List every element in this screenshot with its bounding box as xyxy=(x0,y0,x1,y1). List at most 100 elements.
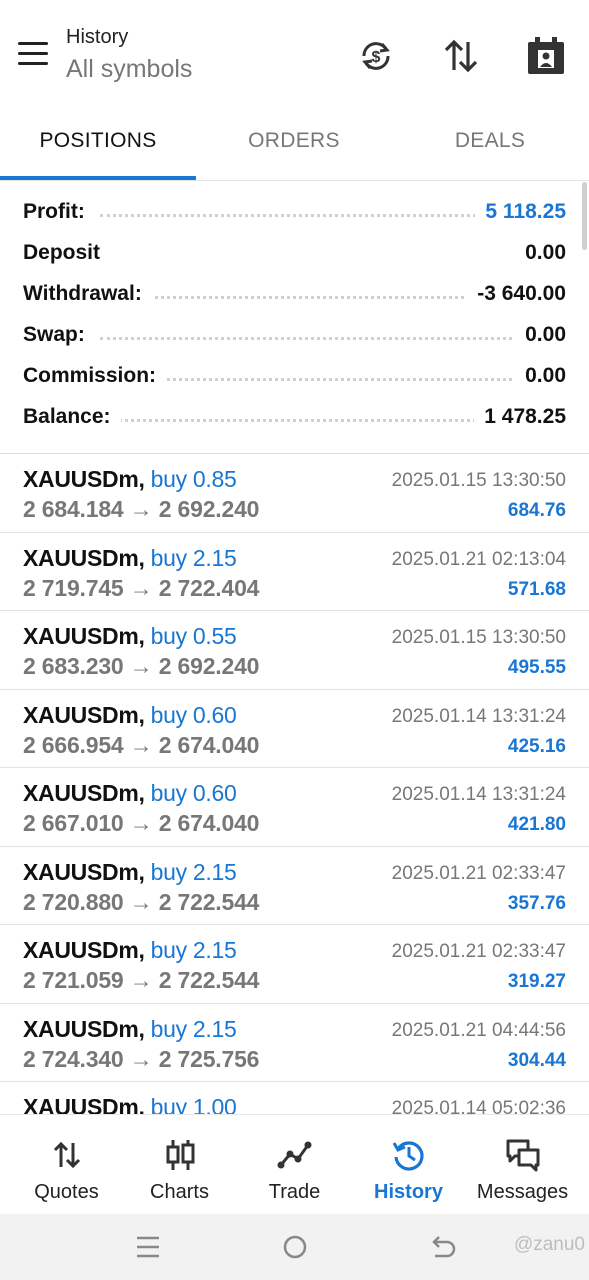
arrow-icon: → xyxy=(129,731,153,758)
app-header: History All symbols $ xyxy=(0,0,589,110)
nav-messages[interactable]: Messages xyxy=(464,1115,581,1215)
list-item[interactable]: XAUUSDm, buy 2.15 2 719.745 → 2 722.404 … xyxy=(0,533,589,611)
list-item[interactable]: XAUUSDm, buy 0.60 2 667.010 → 2 674.040 … xyxy=(0,768,589,847)
svg-text:$: $ xyxy=(372,49,381,66)
deal-prices: 2 683.230 → 2 692.240 xyxy=(23,653,259,680)
title-block: History All symbols xyxy=(66,26,192,84)
nav-trade[interactable]: Trade xyxy=(236,1115,353,1215)
deal-title: XAUUSDm, buy 1.00 xyxy=(23,1094,237,1114)
close-price: 2 692.240 xyxy=(158,653,260,679)
tabs-divider xyxy=(0,180,589,181)
history-clock-icon xyxy=(391,1137,427,1173)
deal-profit: 319.27 xyxy=(507,971,566,992)
calendar-icon[interactable] xyxy=(526,36,566,76)
deal-time: 2025.01.14 13:31:24 xyxy=(391,784,566,805)
tab-positions[interactable]: POSITIONS xyxy=(0,110,196,180)
summary-label: Withdrawal: xyxy=(23,282,152,306)
open-price: 2 719.745 xyxy=(23,574,124,601)
deal-direction: buy 2.15 xyxy=(150,544,237,571)
deal-profit: 684.76 xyxy=(507,500,566,521)
summary-row-commission: Commission: 0.00 xyxy=(0,356,589,397)
dotted-leader xyxy=(100,378,549,381)
bottom-navigation: Quotes Charts Trade History Messages xyxy=(0,1114,589,1214)
deal-prices: 2 667.010 → 2 674.040 xyxy=(23,810,259,837)
summary-row-withdrawal: Withdrawal: -3 640.00 xyxy=(0,274,589,315)
deal-profit: 571.68 xyxy=(507,578,566,600)
close-price: 2 692.240 xyxy=(158,496,260,522)
close-price: 2 722.544 xyxy=(158,888,260,915)
history-tabs: POSITIONS ORDERS DEALS xyxy=(0,110,589,180)
summary-value: 1 478.25 xyxy=(474,405,566,429)
arrow-icon: → xyxy=(129,1045,153,1072)
arrow-icon: → xyxy=(129,967,153,993)
messages-icon xyxy=(505,1137,541,1173)
summary-label: Profit: xyxy=(23,200,95,224)
arrow-icon: → xyxy=(129,653,153,679)
deal-profit: 357.76 xyxy=(507,892,566,914)
deal-symbol: XAUUSDm, xyxy=(23,858,145,885)
scrollbar[interactable] xyxy=(582,182,587,250)
nav-label: History xyxy=(374,1181,443,1203)
nav-label: Charts xyxy=(150,1181,209,1203)
tab-orders[interactable]: ORDERS xyxy=(196,110,392,180)
deal-direction: buy 2.15 xyxy=(150,1015,237,1042)
nav-label: Trade xyxy=(268,1181,321,1203)
arrow-icon: → xyxy=(129,574,153,601)
list-item[interactable]: XAUUSDm, buy 2.15 2 721.059 → 2 722.544 … xyxy=(0,925,589,1004)
deal-symbol: XAUUSDm, xyxy=(23,466,145,492)
summary-value: 5 118.25 xyxy=(475,200,566,224)
deal-prices: 2 719.745 → 2 722.404 xyxy=(23,575,259,602)
system-nav-bar: @zanu0 xyxy=(0,1214,589,1280)
deal-time: 2025.01.21 02:33:47 xyxy=(391,941,566,962)
list-item[interactable]: XAUUSDm, buy 1.00 2025.01.14 05:02:36 xyxy=(0,1082,589,1114)
page-title: History xyxy=(66,26,129,48)
deal-time: 2025.01.21 02:13:04 xyxy=(391,548,566,570)
deal-profit: 421.80 xyxy=(507,814,566,835)
nav-label: Messages xyxy=(476,1181,569,1203)
deal-prices: 2 666.954 → 2 674.040 xyxy=(23,732,259,759)
deal-time: 2025.01.14 13:31:24 xyxy=(391,705,566,727)
open-price: 2 667.010 xyxy=(23,810,124,836)
sort-icon[interactable] xyxy=(441,36,481,76)
candlestick-icon xyxy=(162,1137,198,1173)
close-price: 2 722.404 xyxy=(158,574,260,601)
home-icon[interactable] xyxy=(280,1232,310,1262)
deal-title: XAUUSDm, buy 0.55 xyxy=(23,623,237,650)
list-item[interactable]: XAUUSDm, buy 2.15 2 720.880 → 2 722.544 … xyxy=(0,847,589,925)
arrow-icon: → xyxy=(129,888,153,915)
back-icon[interactable] xyxy=(427,1232,457,1262)
list-item[interactable]: XAUUSDm, buy 2.15 2 724.340 → 2 725.756 … xyxy=(0,1004,589,1082)
menu-icon[interactable] xyxy=(18,42,48,66)
list-item[interactable]: XAUUSDm, buy 0.60 2 666.954 → 2 674.040 … xyxy=(0,690,589,768)
summary-row-balance: Balance: 1 478.25 xyxy=(0,397,589,438)
summary-label: Deposit xyxy=(23,241,111,265)
summary-row-deposit: Deposit 0.00 xyxy=(0,233,589,274)
deal-direction: buy 0.85 xyxy=(150,466,237,492)
quotes-icon xyxy=(49,1137,85,1173)
deal-symbol: XAUUSDm, xyxy=(23,1094,145,1114)
nav-charts[interactable]: Charts xyxy=(121,1115,238,1215)
deal-direction: buy 2.15 xyxy=(150,858,237,885)
positions-list: XAUUSDm, buy 0.85 2 684.184 → 2 692.240 … xyxy=(0,454,589,1114)
arrow-icon: → xyxy=(129,496,153,522)
tab-deals[interactable]: DEALS xyxy=(392,110,588,180)
deal-direction: buy 2.15 xyxy=(150,937,237,963)
deal-time: 2025.01.15 13:30:50 xyxy=(391,470,566,491)
deal-title: XAUUSDm, buy 2.15 xyxy=(23,545,237,572)
symbol-filter[interactable]: All symbols xyxy=(66,55,192,84)
list-item[interactable]: XAUUSDm, buy 0.55 2 683.230 → 2 692.240 … xyxy=(0,611,589,690)
deal-time: 2025.01.21 02:33:47 xyxy=(391,862,566,884)
nav-quotes[interactable]: Quotes xyxy=(8,1115,125,1215)
deal-time: 2025.01.21 04:44:56 xyxy=(391,1019,566,1041)
close-price: 2 674.040 xyxy=(158,731,260,758)
summary-label: Swap: xyxy=(23,323,95,347)
currency-exchange-icon[interactable]: $ xyxy=(356,36,396,76)
watermark: @zanu0 xyxy=(513,1234,585,1255)
nav-history[interactable]: History xyxy=(350,1115,467,1215)
list-item[interactable]: XAUUSDm, buy 0.85 2 684.184 → 2 692.240 … xyxy=(0,454,589,533)
recent-apps-icon[interactable] xyxy=(133,1232,163,1262)
deal-symbol: XAUUSDm, xyxy=(23,1015,145,1042)
deal-time: 2025.01.15 13:30:50 xyxy=(391,627,566,648)
open-price: 2 666.954 xyxy=(23,731,124,758)
open-price: 2 721.059 xyxy=(23,967,124,993)
